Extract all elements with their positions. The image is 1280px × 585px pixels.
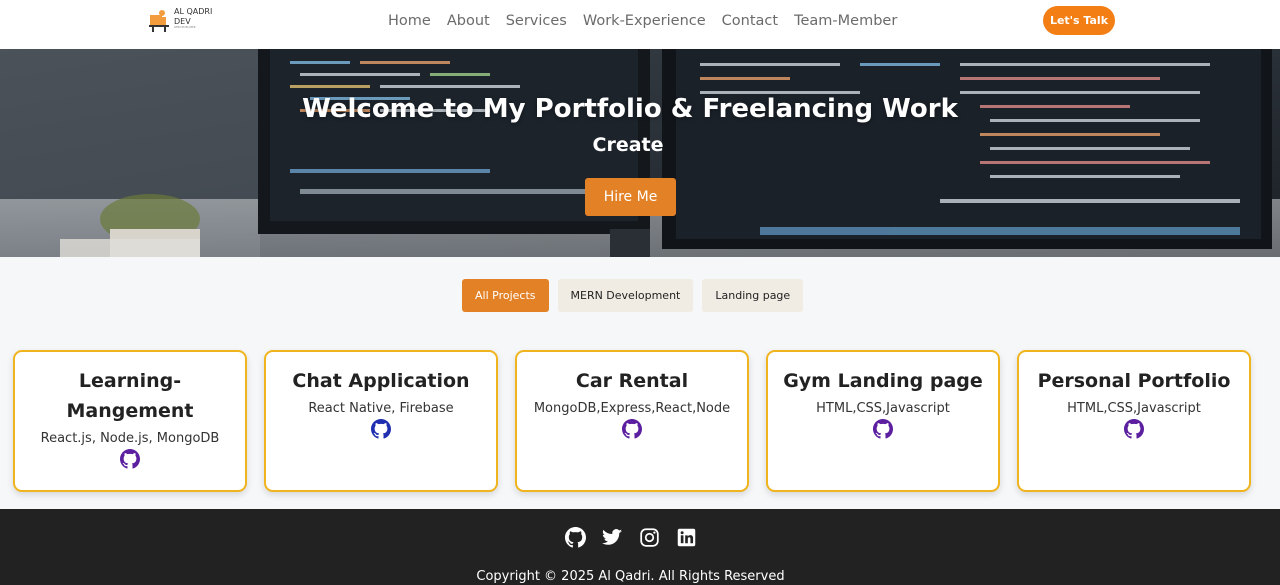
project-cards: Learning-Mangement React.js, Node.js, Mo… <box>13 350 1251 492</box>
hero-title: Welcome to My Portfolio & Freelancing Wo… <box>302 94 958 124</box>
nav-team-member[interactable]: Team-Member <box>794 13 897 29</box>
lets-talk-button[interactable]: Let's Talk <box>1043 6 1115 35</box>
github-icon[interactable] <box>120 449 140 473</box>
nav-contact[interactable]: Contact <box>722 13 778 29</box>
github-icon[interactable] <box>1124 419 1144 443</box>
copyright-text: Copyright © 2025 Al Qadri. All Rights Re… <box>476 569 785 584</box>
top-navbar: AL QADRI DEV WEB DEVELOPER Home About Se… <box>0 0 1280 49</box>
brand-tagline: WEB DEVELOPER <box>174 26 196 29</box>
filter-mern-development[interactable]: MERN Development <box>557 279 694 312</box>
hero-banner: Welcome to My Portfolio & Freelancing Wo… <box>0 49 1280 257</box>
nav-services[interactable]: Services <box>506 13 567 29</box>
project-title: Personal Portfolio <box>1037 370 1231 392</box>
nav-work-experience[interactable]: Work-Experience <box>583 13 706 29</box>
brand-logo[interactable]: AL QADRI DEV WEB DEVELOPER <box>148 6 218 36</box>
instagram-icon[interactable] <box>639 527 660 548</box>
main-menu: Home About Services Work-Experience Cont… <box>388 0 897 41</box>
project-card: Personal Portfolio HTML,CSS,Javascript <box>1017 350 1251 492</box>
twitter-icon[interactable] <box>602 527 623 548</box>
project-tech: React Native, Firebase <box>308 401 454 416</box>
nav-home[interactable]: Home <box>388 13 431 29</box>
project-filters: All Projects MERN Development Landing pa… <box>462 279 804 312</box>
nav-about[interactable]: About <box>447 13 490 29</box>
brand-name-2: DEV <box>174 17 191 26</box>
developer-desk-icon <box>148 6 170 32</box>
project-tech: HTML,CSS,Javascript <box>816 401 950 416</box>
filter-landing-page[interactable]: Landing page <box>702 279 804 312</box>
project-tech: React.js, Node.js, MongoDB <box>40 431 220 446</box>
github-icon[interactable] <box>565 527 586 548</box>
brand-name: AL QADRI <box>174 7 213 16</box>
project-card: Chat Application React Native, Firebase <box>264 350 498 492</box>
project-title: Gym Landing page <box>783 370 983 392</box>
linkedin-icon[interactable] <box>676 527 697 548</box>
github-icon[interactable] <box>622 419 642 443</box>
github-icon[interactable] <box>371 419 391 443</box>
project-title: Learning-Mangement <box>66 370 194 422</box>
filter-all-projects[interactable]: All Projects <box>462 279 549 312</box>
github-icon[interactable] <box>873 419 893 443</box>
project-tech: MongoDB,Express,React,Node <box>533 401 731 416</box>
site-footer: Copyright © 2025 Al Qadri. All Rights Re… <box>0 509 1280 585</box>
project-title: Chat Application <box>292 370 470 392</box>
project-title: Car Rental <box>575 370 689 392</box>
social-links <box>565 527 697 548</box>
hero-subtitle: Create <box>592 134 664 156</box>
hire-me-button[interactable]: Hire Me <box>585 178 676 216</box>
project-tech: HTML,CSS,Javascript <box>1067 401 1201 416</box>
project-card: Gym Landing page HTML,CSS,Javascript <box>766 350 1000 492</box>
project-card: Car Rental MongoDB,Express,React,Node <box>515 350 749 492</box>
project-card: Learning-Mangement React.js, Node.js, Mo… <box>13 350 247 492</box>
